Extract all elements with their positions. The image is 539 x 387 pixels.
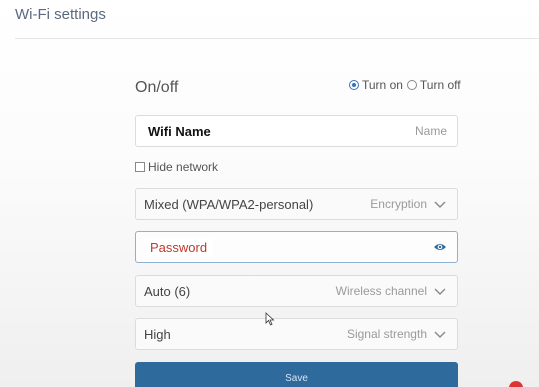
mouse-cursor-icon — [265, 312, 275, 326]
turn-off-label[interactable]: Turn off — [420, 78, 461, 92]
header-divider — [15, 38, 539, 39]
onoff-radio-group: Turn on Turn off — [349, 78, 465, 92]
eye-icon[interactable] — [433, 240, 447, 254]
hide-network-checkbox[interactable] — [135, 162, 145, 172]
hide-network-row[interactable]: Hide network — [135, 160, 218, 174]
encryption-value: Mixed (WPA/WPA2-personal) — [144, 196, 314, 212]
signal-hint: Signal strength — [346, 327, 427, 341]
password-field[interactable]: Password — [135, 231, 458, 263]
hide-network-label[interactable]: Hide network — [148, 160, 218, 174]
chevron-down-icon[interactable] — [433, 197, 447, 211]
channel-value: Auto (6) — [144, 283, 191, 299]
wireless-channel-select[interactable]: Auto (6) Wireless channel — [135, 275, 458, 307]
encryption-hint: Encryption — [370, 197, 427, 211]
wifi-name-value[interactable]: Wifi Name — [144, 123, 215, 139]
corner-indicator — [509, 381, 523, 387]
signal-value: High — [144, 326, 171, 342]
wifi-settings-page: Wi-Fi settings On/off Turn on Turn off W… — [0, 0, 539, 387]
wifi-name-hint: Name — [414, 124, 447, 138]
encryption-select[interactable]: Mixed (WPA/WPA2-personal) Encryption — [135, 188, 458, 220]
turn-on-radio[interactable] — [349, 80, 359, 90]
turn-on-label[interactable]: Turn on — [362, 78, 403, 92]
wifi-name-field[interactable]: Wifi Name Name — [135, 115, 458, 147]
page-title: Wi-Fi settings — [15, 6, 106, 23]
chevron-down-icon[interactable] — [433, 327, 447, 341]
turn-off-radio[interactable] — [406, 80, 417, 90]
onoff-label: On/off — [135, 79, 179, 96]
signal-strength-select[interactable]: High Signal strength — [135, 318, 458, 350]
chevron-down-icon[interactable] — [433, 284, 447, 298]
save-button[interactable]: Save — [135, 362, 458, 387]
password-value[interactable]: Password — [144, 237, 214, 257]
channel-hint: Wireless channel — [335, 284, 427, 298]
